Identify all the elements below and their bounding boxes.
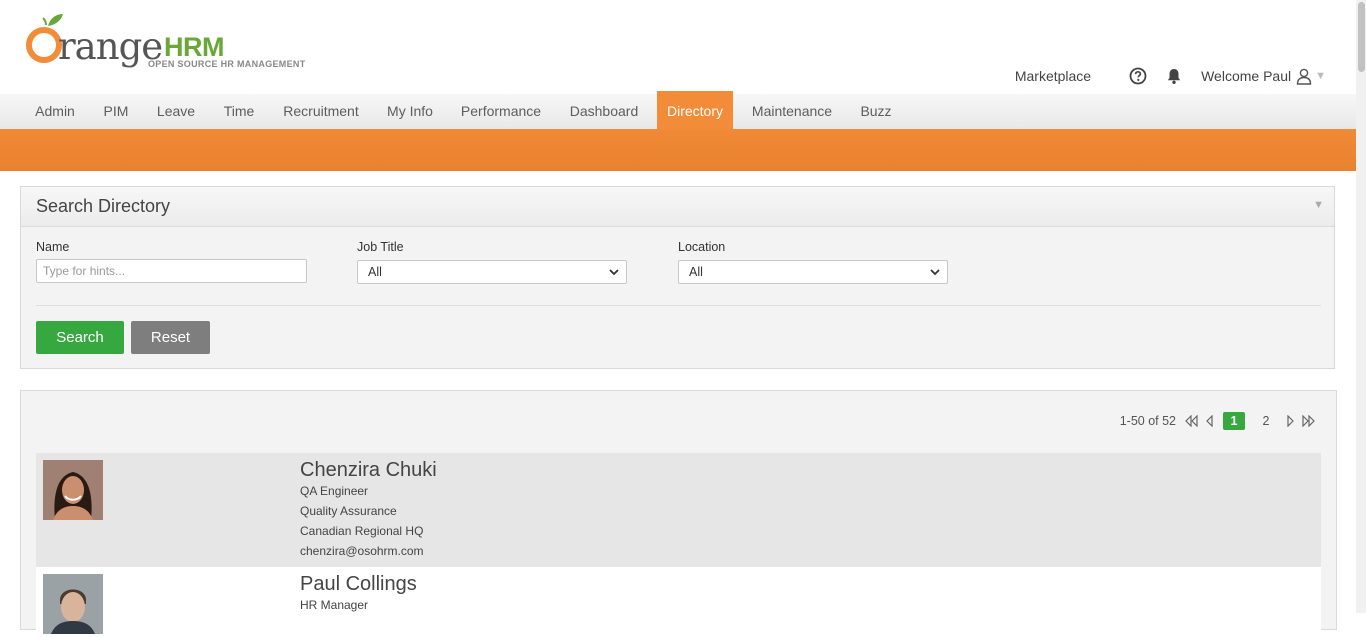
header: range HRM OPEN SOURCE HR MANAGEMENT Mark… — [0, 0, 1356, 94]
job-title-select[interactable]: All — [357, 260, 627, 284]
previous-page-icon[interactable] — [1204, 415, 1214, 427]
panel-title: Search Directory — [36, 196, 171, 216]
logo-hrm: HRM — [164, 32, 225, 62]
nav-item-maintenance[interactable]: Maintenance — [739, 94, 845, 129]
employee-name[interactable]: Chenzira Chuki — [300, 459, 437, 482]
nav-item-dashboard[interactable]: Dashboard — [556, 94, 652, 129]
nav-item-buzz[interactable]: Buzz — [847, 94, 905, 129]
user-icon — [1296, 68, 1312, 85]
reset-button[interactable]: Reset — [131, 321, 210, 354]
nav-item-directory[interactable]: Directory — [657, 91, 733, 129]
location-label: Location — [678, 240, 726, 254]
location-select[interactable]: All — [678, 260, 948, 284]
employee-name[interactable]: Paul Collings — [300, 573, 417, 596]
nav-item-performance[interactable]: Performance — [448, 94, 554, 129]
orangehrm-logo[interactable]: range HRM OPEN SOURCE HR MANAGEMENT — [24, 12, 314, 74]
avatar — [43, 574, 103, 634]
chevron-down-icon: ▼ — [1315, 70, 1326, 82]
nav-item-time[interactable]: Time — [210, 94, 268, 129]
orange-band — [0, 129, 1356, 171]
first-page-icon[interactable] — [1184, 415, 1200, 427]
location-selected: All — [689, 265, 703, 279]
page-1-button[interactable]: 1 — [1223, 412, 1245, 430]
page-2-button[interactable]: 2 — [1255, 412, 1277, 430]
chevron-down-icon — [609, 269, 619, 276]
form-divider — [36, 305, 1321, 306]
name-label: Name — [36, 240, 70, 254]
last-page-icon[interactable] — [1300, 415, 1316, 427]
search-button[interactable]: Search — [36, 321, 124, 354]
avatar — [43, 460, 103, 520]
pagination: 1-50 of 52 1 2 — [1120, 412, 1320, 430]
nav-item-recruitment[interactable]: Recruitment — [270, 94, 372, 129]
help-icon[interactable] — [1129, 67, 1147, 85]
nav-item-pim[interactable]: PIM — [90, 94, 142, 129]
nav-item-my-info[interactable]: My Info — [374, 94, 446, 129]
employee-location: Canadian Regional HQ — [300, 524, 424, 538]
nav-item-admin[interactable]: Admin — [22, 94, 88, 129]
main-nav: Admin PIM Leave Time Recruitment My Info… — [0, 91, 1356, 129]
next-page-icon[interactable] — [1286, 415, 1296, 427]
welcome-menu[interactable]: Welcome Paul ▼ — [1201, 67, 1326, 85]
employee-email[interactable]: chenzira@osohrm.com — [300, 544, 424, 558]
directory-results: 1-50 of 52 1 2 Chenzira Chuki QA Enginee… — [20, 390, 1337, 637]
search-directory-panel: Search Directory ▼ Name Job Title All Lo… — [20, 186, 1335, 369]
employee-job-title: HR Manager — [300, 598, 369, 612]
marketplace-link[interactable]: Marketplace — [1015, 68, 1091, 84]
chevron-down-icon — [930, 269, 940, 276]
nav-item-leave[interactable]: Leave — [144, 94, 208, 129]
job-title-label: Job Title — [357, 240, 404, 254]
page-scrollbar[interactable] — [1356, 0, 1366, 613]
employee-row[interactable]: Paul Collings HR Manager — [36, 567, 1321, 637]
scrollbar-thumb[interactable] — [1358, 2, 1365, 72]
job-title-selected: All — [368, 265, 382, 279]
logo-tagline: OPEN SOURCE HR MANAGEMENT — [148, 59, 306, 69]
welcome-text: Welcome Paul — [1201, 68, 1292, 84]
top-right-bar: Marketplace Welcome Paul ▼ — [1015, 64, 1326, 88]
result-count: 1-50 of 52 — [1119, 414, 1176, 428]
collapse-toggle-icon[interactable]: ▼ — [1313, 199, 1324, 211]
panel-header[interactable]: Search Directory ▼ — [21, 187, 1334, 227]
employee-department: Quality Assurance — [300, 504, 397, 518]
employee-row[interactable]: Chenzira Chuki QA Engineer Quality Assur… — [36, 453, 1321, 567]
bell-icon[interactable] — [1165, 67, 1183, 85]
logo-wordmark: range — [58, 25, 163, 68]
employee-job-title: QA Engineer — [300, 484, 369, 498]
name-search-input[interactable] — [36, 259, 307, 283]
